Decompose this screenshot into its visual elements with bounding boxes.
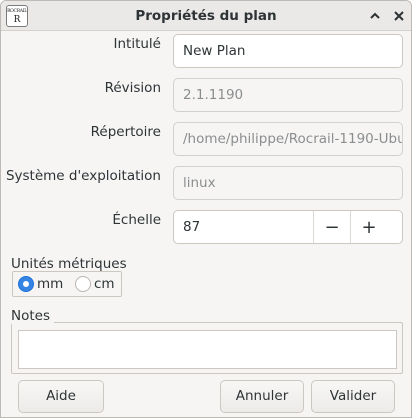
mm-radio-label[interactable]: mm (37, 276, 63, 292)
close-button[interactable] (389, 6, 409, 26)
scale-label: Échelle (112, 212, 161, 228)
plan-title-input[interactable]: New Plan (173, 34, 403, 68)
directory-field: /home/philippe/Rocrail-1190-Ubu (173, 122, 403, 156)
scale-spinbutton: 87 − + (173, 210, 403, 244)
revision-field: 2.1.1190 (173, 78, 403, 112)
cm-radio-label[interactable]: cm (94, 276, 115, 292)
cm-radio[interactable] (75, 276, 91, 292)
notes-textarea[interactable] (18, 330, 397, 369)
revision-label: Révision (104, 80, 161, 96)
ok-button[interactable]: Valider (311, 380, 395, 413)
window-title: Propriétés du plan (135, 8, 277, 24)
close-icon (394, 11, 404, 21)
scale-increment-button[interactable]: + (350, 211, 387, 243)
directory-label: Répertoire (90, 124, 161, 140)
title-label: Intitulé (113, 36, 162, 52)
notes-frame (11, 322, 403, 374)
properties-dialog: ROCRAIL R Propriétés du plan Intitulé Ne… (0, 0, 412, 418)
scale-input[interactable]: 87 (183, 211, 200, 243)
cancel-button[interactable]: Annuler (220, 380, 304, 413)
units-radio-group: mm cm (12, 271, 122, 297)
units-label: Unités métriques (11, 256, 127, 272)
chevron-up-icon (370, 12, 380, 19)
notes-label: Notes (11, 308, 54, 324)
minimize-button[interactable] (365, 6, 385, 26)
title-bar: ROCRAIL R Propriétés du plan (1, 1, 411, 31)
os-field: linux (173, 166, 403, 200)
help-button[interactable]: Aide (18, 380, 104, 413)
mm-radio[interactable] (18, 276, 34, 292)
os-label: Système d'exploitation (5, 168, 161, 184)
scale-decrement-button[interactable]: − (313, 211, 350, 243)
